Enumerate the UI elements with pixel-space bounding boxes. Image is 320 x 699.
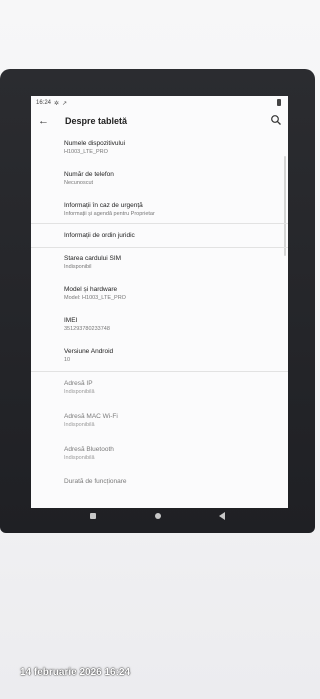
list-item-title: Numele dispozitivului bbox=[64, 140, 126, 147]
list-item-ip-address: Adresă IP Indisponibilă bbox=[64, 380, 279, 395]
list-item-imei[interactable]: IMEI 351293780233748 bbox=[64, 317, 279, 332]
page-title: Despre tabletă bbox=[65, 116, 128, 126]
list-item-bluetooth-address: Adresă Bluetooth Indisponibilă bbox=[64, 446, 279, 461]
list-item-model-hardware[interactable]: Model și hardware Model: H1003_LTE_PRO bbox=[64, 286, 279, 301]
search-icon[interactable] bbox=[270, 114, 282, 126]
list-item-title: Informații în caz de urgență bbox=[64, 202, 143, 209]
list-item-uptime: Durată de funcționare bbox=[64, 478, 279, 485]
list-item-subtitle: Model: H1003_LTE_PRO bbox=[64, 295, 126, 301]
circle-home-icon[interactable] bbox=[155, 513, 161, 519]
list-item-android-version[interactable]: Versiune Android 10 bbox=[64, 348, 279, 363]
list-item-title: Adresă Bluetooth bbox=[64, 446, 114, 453]
list-item-subtitle: 351293780233748 bbox=[64, 326, 110, 332]
list-item-subtitle: H1003_LTE_PRO bbox=[64, 149, 108, 155]
gear-icon: ✲ bbox=[54, 100, 60, 107]
list-item-title: Durată de funcționare bbox=[64, 478, 127, 485]
list-item-subtitle: Necunoscut bbox=[64, 180, 94, 186]
list-item-title: Versiune Android bbox=[64, 348, 114, 355]
list-item-title: Adresă MAC Wi-Fi bbox=[64, 413, 118, 420]
scrollbar[interactable] bbox=[284, 156, 286, 256]
list-item-title: IMEI bbox=[64, 317, 78, 324]
status-time: 16:24 bbox=[36, 100, 52, 106]
status-bar: 16:24 ✲ ↗ bbox=[31, 96, 288, 110]
list-item-subtitle: Indisponibil bbox=[64, 264, 92, 270]
list-item-title: Număr de telefon bbox=[64, 171, 114, 178]
list-item-title: Model și hardware bbox=[64, 286, 118, 293]
list-item-sim-status[interactable]: Starea cardului SIM Indisponibil bbox=[64, 255, 279, 270]
triangle-back-icon[interactable] bbox=[219, 512, 225, 520]
tablet-screen: 16:24 ✲ ↗ ← Despre tabletă Numele dispoz… bbox=[31, 96, 288, 508]
list-item-title: Informații de ordin juridic bbox=[64, 232, 135, 239]
divider bbox=[31, 247, 288, 248]
list-item-device-name[interactable]: Numele dispozitivului H1003_LTE_PRO bbox=[64, 140, 279, 155]
list-item-title: Starea cardului SIM bbox=[64, 255, 122, 262]
divider bbox=[31, 223, 288, 224]
list-item-title: Adresă IP bbox=[64, 380, 93, 387]
list-item-subtitle: Indisponibilă bbox=[64, 455, 95, 461]
list-item-subtitle: Indisponibilă bbox=[64, 389, 95, 395]
list-item-legal-info[interactable]: Informații de ordin juridic bbox=[64, 232, 279, 239]
battery-icon bbox=[277, 99, 281, 106]
list-item-wifi-mac: Adresă MAC Wi-Fi Indisponibilă bbox=[64, 413, 279, 428]
list-item-subtitle: Indisponibilă bbox=[64, 422, 95, 428]
list-item-phone-number[interactable]: Număr de telefon Necunoscut bbox=[64, 171, 279, 186]
list-item-subtitle: Informații și agendă pentru Proprietar bbox=[64, 211, 155, 217]
navigation-bar bbox=[31, 508, 288, 526]
app-bar: ← Despre tabletă bbox=[31, 110, 288, 134]
list-item-emergency-info[interactable]: Informații în caz de urgență Informații … bbox=[64, 202, 279, 217]
photo-timestamp: 14 februarie 2026 16:24 bbox=[20, 667, 131, 678]
cast-icon: ↗ bbox=[62, 100, 68, 107]
arrow-left-icon[interactable]: ← bbox=[38, 115, 49, 127]
divider bbox=[31, 371, 288, 372]
square-recent-icon[interactable] bbox=[90, 513, 96, 519]
list-item-subtitle: 10 bbox=[64, 357, 71, 363]
